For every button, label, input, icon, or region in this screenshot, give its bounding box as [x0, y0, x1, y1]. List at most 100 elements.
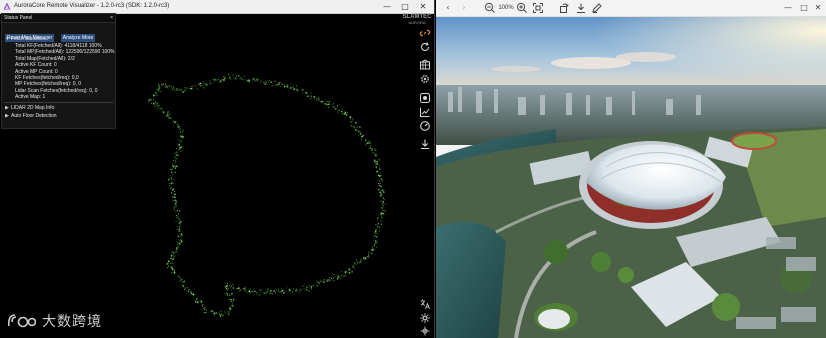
- map-point: [228, 313, 230, 316]
- map-point: [242, 288, 244, 290]
- map-point: [231, 283, 233, 285]
- fit-to-window-icon[interactable]: [532, 2, 544, 14]
- map-point: [221, 79, 223, 81]
- visualizer-title-bar[interactable]: AuroraCore Remote Visualizer - 1.2.0-rc3…: [0, 0, 434, 14]
- close-button[interactable]: ✕: [414, 0, 432, 13]
- maximize-button[interactable]: □: [396, 0, 414, 13]
- map-point: [277, 82, 279, 84]
- status-panel-close-icon[interactable]: ×: [110, 14, 113, 22]
- map-point: [350, 118, 352, 120]
- map-point: [354, 267, 356, 269]
- lidar-map-info-header[interactable]: ▶ LIDAR 2D Map Info: [2, 104, 115, 112]
- map-point: [368, 252, 370, 253]
- map-point: [197, 300, 199, 302]
- map-point: [382, 209, 384, 211]
- map-point: [231, 288, 232, 290]
- map-point: [340, 110, 343, 113]
- map-icon[interactable]: [419, 59, 431, 71]
- map-point: [182, 285, 185, 288]
- map-point: [373, 232, 375, 234]
- map-point: [177, 217, 179, 219]
- map-point: [178, 228, 180, 230]
- map-point: [174, 199, 176, 201]
- translate-icon[interactable]: [419, 298, 431, 310]
- stadium-aerial-photo[interactable]: [436, 17, 826, 338]
- map-point: [176, 122, 178, 124]
- map-point: [203, 82, 205, 84]
- map-point: [303, 89, 305, 91]
- map-point: [176, 151, 178, 154]
- link-icon[interactable]: [419, 27, 431, 39]
- map-point: [174, 89, 176, 91]
- map-point: [359, 262, 361, 264]
- map-point: [200, 301, 203, 303]
- map-point: [378, 189, 380, 191]
- map-point: [180, 140, 182, 142]
- map-point: [182, 137, 184, 139]
- download-icon[interactable]: [419, 138, 431, 150]
- map-point: [226, 292, 228, 295]
- save-icon[interactable]: [575, 2, 587, 14]
- map-point: [178, 125, 180, 127]
- map-point: [174, 196, 176, 198]
- map-point: [211, 311, 213, 313]
- map-point: [361, 260, 363, 262]
- map-point: [180, 234, 182, 236]
- map-point: [306, 286, 308, 288]
- map-point: [344, 112, 347, 114]
- map-point: [375, 240, 377, 242]
- map-point: [337, 110, 339, 112]
- map-point: [202, 303, 204, 305]
- chart-icon[interactable]: [419, 106, 431, 118]
- rotate-icon[interactable]: [558, 2, 570, 14]
- refresh-icon[interactable]: [419, 41, 431, 53]
- analyze-more-button[interactable]: Analyze More: [60, 34, 96, 42]
- map-point: [162, 111, 165, 114]
- sparkle-icon[interactable]: [419, 312, 431, 324]
- zoom-out-icon[interactable]: [484, 2, 496, 14]
- map-point: [370, 145, 372, 147]
- map-point: [307, 95, 310, 97]
- map-point: [184, 287, 186, 289]
- status-panel-header[interactable]: Status Panel ×: [2, 14, 115, 23]
- map-point: [298, 89, 300, 91]
- viewer-close-button[interactable]: ✕: [812, 2, 824, 14]
- edit-icon[interactable]: [591, 2, 603, 14]
- map-point: [158, 104, 160, 106]
- map-point: [181, 141, 183, 142]
- map-point: [305, 288, 308, 291]
- map-point: [167, 87, 168, 89]
- back-icon[interactable]: ‹: [442, 2, 454, 14]
- map-point: [183, 130, 185, 132]
- map-point: [336, 278, 339, 280]
- map-point: [177, 138, 179, 140]
- map-point: [371, 249, 373, 251]
- map-point: [288, 288, 290, 291]
- map-point: [174, 205, 176, 207]
- zoom-in-icon[interactable]: [516, 2, 528, 14]
- map-point: [172, 160, 174, 162]
- map-point: [346, 112, 348, 114]
- map-point: [293, 85, 295, 87]
- map-point: [348, 269, 350, 271]
- map-point: [368, 253, 370, 255]
- viewer-minimize-button[interactable]: —: [782, 2, 794, 14]
- map-point: [173, 255, 176, 258]
- minimize-button[interactable]: —: [378, 0, 396, 13]
- map-point: [378, 183, 379, 184]
- map-point: [208, 81, 210, 83]
- map-point: [315, 96, 317, 97]
- auto-floor-detection-header[interactable]: ▶ Auto Floor Detection: [2, 112, 115, 120]
- map-point: [176, 148, 177, 149]
- map-point: [194, 84, 196, 86]
- viewer-maximize-button[interactable]: □: [798, 2, 810, 14]
- record-icon[interactable]: [419, 92, 431, 104]
- map-point: [180, 128, 182, 130]
- map-point: [171, 272, 172, 274]
- map-point: [182, 136, 185, 138]
- gauge-icon[interactable]: [419, 120, 431, 132]
- map-point: [252, 79, 254, 81]
- crosshair-icon[interactable]: [419, 325, 431, 337]
- settings-icon[interactable]: [419, 73, 431, 85]
- forward-icon[interactable]: ›: [458, 2, 470, 14]
